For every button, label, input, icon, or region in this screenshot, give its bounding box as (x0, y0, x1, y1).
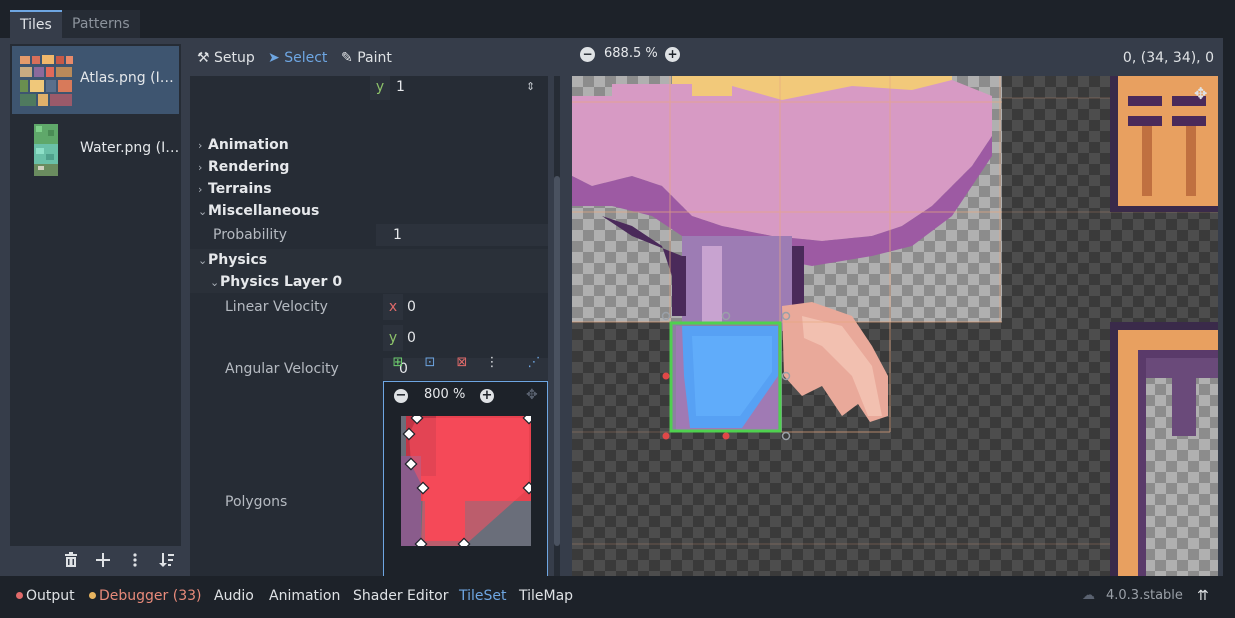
edit-points-icon[interactable]: ⊡ (421, 354, 439, 372)
tile-atlas-canvas[interactable] (572, 76, 1218, 576)
top-tab-bar: Tiles Patterns (0, 0, 1235, 38)
tab-tiles[interactable]: Tiles (10, 10, 62, 38)
error-dot-icon (16, 592, 23, 599)
kebab-menu-icon[interactable] (125, 552, 145, 572)
select-label: Select (284, 50, 328, 66)
add-icon[interactable] (93, 552, 113, 572)
zoom-out-icon[interactable]: − (580, 47, 595, 62)
brush-icon: ✎ (341, 50, 353, 66)
tab-patterns[interactable]: Patterns (62, 10, 140, 38)
wrench-icon: ⚒ (197, 50, 210, 66)
version-label: 4.0.3.stable (1106, 588, 1183, 603)
tab-tileset[interactable]: TileSet (459, 586, 507, 606)
section-animation-label: Animation (208, 137, 289, 153)
zoom-in-icon[interactable]: + (665, 47, 680, 62)
cloud-icon: ☁ (1082, 588, 1095, 603)
source-label-atlas: Atlas.png (I… (80, 70, 174, 86)
atlas-view (572, 76, 1218, 576)
expand-panel-icon[interactable]: ⇈ (1197, 586, 1209, 606)
bottom-panel-bar: Output Debugger (33) Audio Animation Sha… (0, 576, 1235, 618)
section-physics[interactable]: ⌄Physics (190, 249, 548, 271)
select-button[interactable]: ➤ Select (268, 48, 327, 68)
section-rendering-label: Rendering (208, 159, 290, 175)
setup-button[interactable]: ⚒ Setup (197, 48, 255, 68)
section-terrains-label: Terrains (208, 181, 272, 197)
polygons-label: Polygons (225, 494, 288, 510)
tab-shader-editor[interactable]: Shader Editor (353, 586, 448, 606)
linear-velocity-label: Linear Velocity (225, 299, 328, 315)
linear-velocity-row: Linear Velocity x 0 y 0 (190, 294, 548, 356)
tab-animation[interactable]: Animation (269, 586, 340, 606)
y-tag: y (370, 76, 390, 100)
pan-icon[interactable]: ✥ (1194, 84, 1207, 103)
angular-velocity-label: Angular Velocity (225, 361, 339, 377)
source-actions (10, 548, 181, 578)
chevron-right-icon: › (198, 183, 203, 196)
sort-icon[interactable] (157, 552, 177, 572)
section-animation[interactable]: › Animation (190, 134, 548, 156)
section-physics-label: Physics (208, 252, 268, 268)
probability-label: Probability (213, 227, 288, 243)
tab-tilemap[interactable]: TileMap (519, 586, 573, 606)
atlas-source-list: Atlas.png (I… Water.png (I… (10, 44, 181, 546)
vector-y-row: y 1 ⇕ (190, 76, 548, 100)
trash-icon[interactable] (61, 552, 81, 572)
x-tag: x (383, 294, 403, 320)
linear-velocity-y[interactable]: 0 (407, 325, 416, 351)
atlas-thumbnail (18, 52, 74, 108)
y-tag: y (383, 325, 403, 351)
tab-audio[interactable]: Audio (214, 586, 254, 606)
kebab-menu-icon[interactable]: ⋮ (483, 354, 501, 372)
section-miscellaneous-label: Miscellaneous (208, 203, 320, 219)
add-point-icon[interactable]: ⊞ (389, 354, 407, 372)
tab-output[interactable]: Output (16, 586, 75, 606)
linear-velocity-x[interactable]: 0 (407, 294, 416, 320)
source-label-water: Water.png (I… (80, 140, 180, 156)
cursor-icon: ➤ (268, 50, 280, 66)
tab-debugger[interactable]: Debugger (33) (89, 586, 201, 606)
section-rendering[interactable]: › Rendering (190, 156, 548, 178)
section-miscellaneous[interactable]: ⌄Miscellaneous (190, 200, 548, 222)
inspector-scrollbar-thumb[interactable] (554, 176, 560, 546)
zoom-out-icon[interactable]: − (394, 389, 408, 403)
tile-coordinates: 0, (34, 34), 0 (1122, 50, 1214, 66)
paint-button[interactable]: ✎ Paint (341, 48, 392, 68)
pan-icon[interactable]: ✥ (526, 387, 538, 403)
polygon-preview (401, 416, 531, 546)
delete-points-icon[interactable]: ⊠ (453, 354, 471, 372)
source-item-water[interactable]: Water.png (I… (12, 116, 179, 184)
polygon-toolbar: ⊞ ⊡ ⊠ ⋮ ⋰ (383, 350, 548, 376)
polygon-editor[interactable]: − 800 % + ✥ (383, 381, 548, 576)
water-thumbnail (34, 124, 58, 176)
chevron-down-icon: ⌄ (198, 205, 208, 218)
warning-dot-icon (89, 592, 96, 599)
paint-label: Paint (357, 50, 392, 66)
tab-output-label: Output (26, 588, 75, 604)
spinner-icon[interactable]: ⇕ (526, 76, 535, 98)
snap-icon[interactable]: ⋰ (525, 354, 543, 372)
setup-label: Setup (214, 50, 255, 66)
zoom-in-icon[interactable]: + (480, 389, 494, 403)
section-physics-layer-label: Physics Layer 0 (220, 274, 343, 290)
chevron-right-icon: › (198, 139, 203, 152)
chevron-down-icon: ⌄ (210, 276, 220, 289)
source-item-atlas[interactable]: Atlas.png (I… (12, 46, 179, 114)
tab-debugger-label: Debugger (33) (99, 588, 202, 604)
chevron-right-icon: › (198, 161, 203, 174)
canvas-zoom-label: 688.5 % (604, 46, 658, 61)
chevron-down-icon: ⌄ (198, 254, 208, 267)
probability-row: Probability 1 (190, 224, 548, 246)
probability-field[interactable]: 1 (376, 224, 548, 246)
y-value[interactable]: 1 (396, 76, 405, 100)
section-physics-layer[interactable]: ⌄Physics Layer 0 (190, 271, 548, 293)
section-terrains[interactable]: › Terrains (190, 178, 548, 200)
polygon-zoom-label: 800 % (424, 387, 466, 402)
